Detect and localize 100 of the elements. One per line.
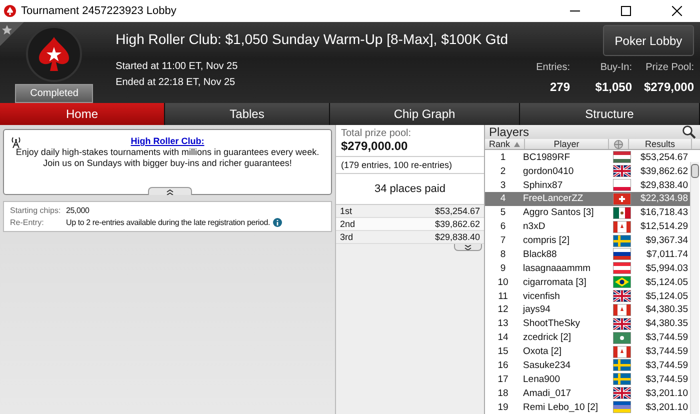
player-row[interactable]: 12 jays94 $4,380.35 [485, 303, 690, 317]
info-icon[interactable] [273, 218, 282, 227]
player-row[interactable]: 19 Remi Lebo_10 [2] $3,201.10 [485, 400, 690, 414]
player-name: jays94 [522, 304, 552, 316]
result-cell-text: $5,994.03 [644, 262, 689, 274]
player-row[interactable]: 8 Black88 $7,011.74 [485, 248, 690, 262]
flag-icon [613, 359, 631, 372]
flag-icon [613, 165, 631, 178]
flag-icon [613, 179, 631, 192]
stat-value: 279 [550, 80, 570, 94]
flag-icon [613, 290, 631, 302]
rank-cell-text: 9 [499, 262, 507, 274]
player-row[interactable]: 1 BC1989RF $53,254.67 [485, 150, 690, 164]
poker-lobby-button[interactable]: Poker Lobby [603, 25, 694, 56]
prize-pool-label: Total prize pool: [341, 128, 412, 139]
player-name: compris [2] [522, 235, 570, 246]
expand-button[interactable] [454, 244, 482, 251]
player-row[interactable]: 11 vicenfish $5,124.05 [485, 289, 690, 304]
flag-icon [613, 318, 631, 330]
collapse-button[interactable] [148, 187, 192, 195]
flag-icon [613, 401, 631, 414]
player-row[interactable]: 9 lasagnaaammm $5,994.03 [485, 261, 690, 276]
result-cell-text: $29,838.40 [639, 180, 689, 191]
maximize-icon [621, 6, 631, 16]
player-name: Lena900 [522, 374, 561, 385]
scrollbar[interactable] [690, 162, 699, 414]
globe-icon [614, 140, 623, 149]
favorite-star-icon[interactable] [0, 22, 24, 46]
rank-cell-text: 12 [496, 304, 510, 316]
player-name: Aggro Santos [3] [522, 207, 595, 218]
player-name: Black88 [522, 248, 558, 260]
result-cell-text: $3,201.10 [644, 402, 689, 413]
player-row[interactable]: 6 n3xD $12,514.29 [485, 220, 690, 234]
result-cell-text: $7,011.74 [645, 248, 689, 260]
result-cell-text: $53,254.67 [639, 152, 689, 163]
result-cell-text: $3,744.59 [644, 332, 689, 344]
player-row[interactable]: 18 Amadi_017 $3,201.10 [485, 386, 690, 400]
promo-link[interactable]: High Roller Club: [130, 136, 204, 146]
broadcast-icon [10, 136, 22, 148]
column-header[interactable]: Results [629, 139, 692, 150]
result-cell-text: $3,744.59 [644, 360, 689, 371]
close-icon [672, 6, 682, 16]
search-button[interactable] [682, 125, 696, 139]
column-header[interactable]: Player [525, 139, 609, 150]
rank-cell-text: 6 [499, 221, 507, 232]
player-name: vicenfish [522, 290, 561, 302]
player-row[interactable]: 16 Sasuke234 $3,744.59 [485, 358, 690, 372]
rank-cell-text: 18 [496, 388, 510, 399]
tab[interactable]: Chip Graph [330, 103, 520, 125]
flag-icon [613, 206, 631, 219]
player-name: Sasuke234 [522, 360, 572, 371]
player-row[interactable]: 2 gordon0410 $39,862.62 [485, 164, 690, 178]
player-name: lasagnaaammm [522, 262, 592, 274]
flag-icon [613, 387, 631, 400]
player-row[interactable]: 3 Sphinx87 $29,838.40 [485, 178, 690, 192]
detail-label: Re-Entry: [10, 218, 45, 227]
start-time: Started at 11:00 ET, Nov 25 [116, 61, 239, 72]
player-name: zcedrick [2] [522, 332, 572, 344]
promo-text: Join us on Sundays with bigger buy-ins and richer guarantees! [43, 158, 292, 168]
rank-cell-text: 17 [496, 374, 510, 385]
result-cell-text: $12,514.29 [639, 221, 689, 232]
player-name: Remi Lebo_10 [2] [522, 402, 599, 413]
chevron-up-icon [166, 188, 174, 194]
tab[interactable]: Tables [165, 103, 330, 125]
detail-value: 25,000 [66, 206, 90, 215]
rank-cell-text: 14 [496, 332, 510, 344]
detail-value: Up to 2 re-entries available during the late registration period. [66, 218, 270, 227]
flag-icon [613, 220, 631, 233]
rank-cell-text: 4 [499, 193, 507, 204]
player-row[interactable]: 17 Lena900 $3,744.59 [485, 372, 690, 386]
player-row[interactable]: 10 cigarromata [3] $5,124.05 [485, 275, 690, 290]
column-header[interactable]: Rank [485, 139, 525, 150]
rank-cell-text: 13 [496, 318, 510, 330]
promo-text: Enjoy daily high-stakes tournaments with millions in guarantees every week. [16, 147, 320, 157]
window-title: Tournament 2457223923 Lobby [21, 5, 178, 17]
player-row[interactable]: 5 Aggro Santos [3] $16,718.43 [485, 206, 690, 220]
player-row[interactable]: 4 FreeLancerZZ $22,334.98 [485, 192, 690, 206]
flag-icon [613, 248, 631, 260]
player-name: Amadi_017 [522, 388, 572, 399]
rank-cell-text: 5 [499, 207, 507, 218]
tab[interactable]: Home [0, 103, 165, 125]
player-name: BC1989RF [522, 152, 571, 163]
player-row[interactable]: 14 zcedrick [2] $3,744.59 [485, 330, 690, 345]
player-row[interactable]: 7 compris [2] $9,367.34 [485, 234, 690, 248]
end-time: Ended at 22:18 ET, Nov 25 [116, 77, 236, 88]
flag-icon [613, 192, 631, 205]
result-cell-text: $4,380.35 [644, 304, 689, 316]
place-amount: $29,838.40 [434, 232, 480, 242]
player-name: gordon0410 [522, 166, 575, 177]
tab[interactable]: Structure [520, 103, 700, 125]
result-cell-text: $39,862.62 [639, 166, 689, 177]
place-amount: $53,254.67 [434, 206, 480, 216]
player-row[interactable]: 15 Oxota [2] $3,744.59 [485, 344, 690, 359]
stat-label: Entries: [536, 62, 570, 73]
player-name: cigarromata [3] [522, 276, 588, 288]
player-row[interactable]: 13 ShootTheSky $4,380.35 [485, 316, 690, 331]
result-cell-text: $5,124.05 [644, 290, 689, 302]
stat-label: Prize Pool: [646, 62, 694, 73]
player-name: Oxota [2] [522, 346, 563, 358]
flag-icon [613, 276, 631, 288]
